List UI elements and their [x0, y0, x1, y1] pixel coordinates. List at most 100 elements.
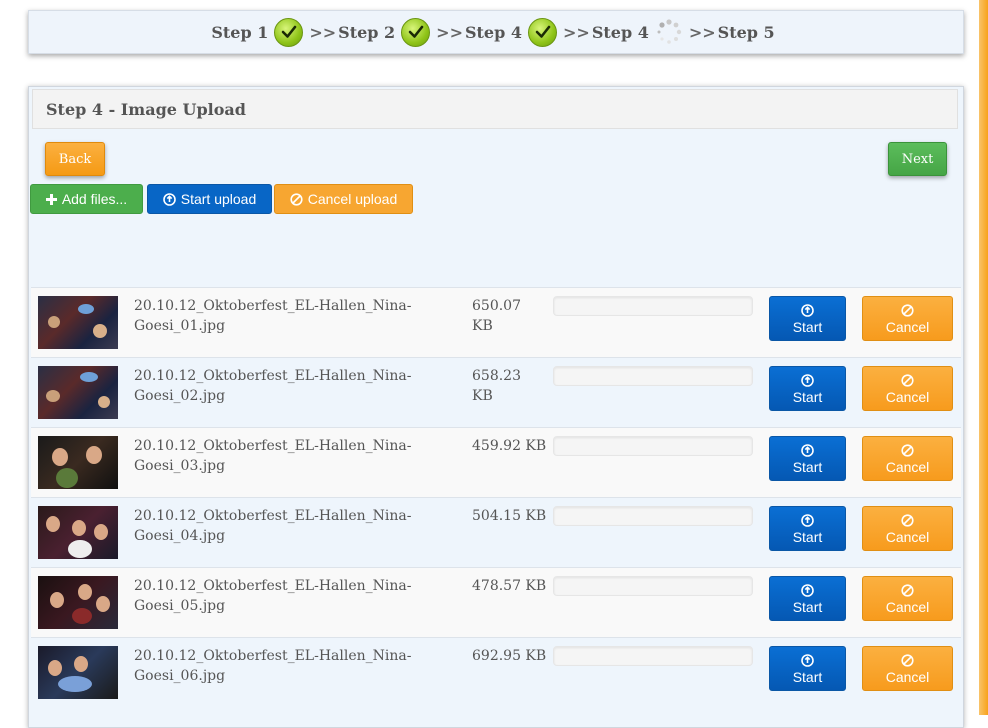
cancel-upload-label: Cancel upload — [307, 191, 398, 207]
ban-icon — [901, 653, 914, 669]
file-row: 20.10.12_Oktoberfest_EL-Hallen_Nina- Goes… — [31, 567, 961, 637]
upload-circle-icon — [801, 443, 814, 459]
ban-icon — [901, 303, 914, 319]
add-files-label: Add files... — [61, 191, 128, 207]
start-label: Start — [792, 598, 823, 615]
file-name: 20.10.12_Oktoberfest_EL-Hallen_Nina- Goes… — [134, 298, 412, 334]
cancel-button[interactable]: Cancel — [862, 436, 953, 481]
cancel-label: Cancel — [885, 598, 930, 615]
start-label: Start — [792, 458, 823, 475]
file-size: 459.92 KB — [472, 438, 547, 454]
upload-progress-bar — [553, 506, 753, 526]
upload-progress-bar — [553, 576, 753, 596]
start-button[interactable]: Start — [769, 576, 846, 621]
step-3: Step 4 — [464, 17, 557, 47]
image-thumbnail — [38, 506, 118, 559]
step-progress-bar: Step 1 >> Step 2 >> Step 4 >> Step 4 >> … — [28, 10, 964, 54]
start-label: Start — [792, 388, 823, 405]
step-4: Step 4 — [592, 18, 683, 46]
cancel-label: Cancel — [885, 528, 930, 545]
next-button[interactable]: Next — [888, 142, 947, 176]
cancel-button[interactable]: Cancel — [862, 366, 953, 411]
file-size: 504.15 KB — [472, 508, 547, 524]
step-label: Step 4 — [464, 22, 522, 42]
right-edge-accent — [979, 0, 988, 715]
step-separator: >> — [688, 22, 716, 42]
upload-circle-icon — [801, 513, 814, 529]
upload-progress-bar — [553, 296, 753, 316]
start-upload-label: Start upload — [180, 191, 257, 207]
file-name: 20.10.12_Oktoberfest_EL-Hallen_Nina- Goes… — [134, 648, 412, 684]
start-button[interactable]: Start — [769, 366, 846, 411]
file-list: 20.10.12_Oktoberfest_EL-Hallen_Nina- Goes… — [31, 287, 961, 707]
start-label: Start — [792, 528, 823, 545]
upload-progress-bar — [553, 366, 753, 386]
upload-circle-icon — [801, 303, 814, 319]
file-name: 20.10.12_Oktoberfest_EL-Hallen_Nina- Goes… — [134, 508, 412, 544]
file-size: 650.07 KB — [472, 298, 521, 334]
step-label: Step 2 — [338, 22, 396, 42]
back-button[interactable]: Back — [45, 142, 105, 176]
step-label: Step 4 — [591, 22, 649, 42]
file-row: 20.10.12_Oktoberfest_EL-Hallen_Nina- Goes… — [31, 637, 961, 707]
step-label: Step 1 — [211, 22, 269, 42]
cancel-upload-button[interactable]: Cancel upload — [274, 184, 413, 214]
file-name: 20.10.12_Oktoberfest_EL-Hallen_Nina- Goes… — [134, 438, 412, 474]
image-thumbnail — [38, 436, 118, 489]
checkmark-icon — [528, 17, 557, 47]
cancel-label: Cancel — [885, 668, 930, 685]
file-name: 20.10.12_Oktoberfest_EL-Hallen_Nina- Goes… — [134, 368, 412, 404]
file-row: 20.10.12_Oktoberfest_EL-Hallen_Nina- Goes… — [31, 287, 961, 357]
upload-progress-bar — [553, 646, 753, 666]
step-separator: >> — [563, 22, 590, 42]
cancel-button[interactable]: Cancel — [862, 646, 953, 691]
plus-icon — [45, 193, 57, 205]
cancel-button[interactable]: Cancel — [862, 576, 953, 621]
upload-circle-icon — [162, 192, 176, 206]
step-2: Step 2 — [338, 17, 431, 47]
image-thumbnail — [38, 646, 118, 699]
start-label: Start — [792, 668, 823, 685]
start-button[interactable]: Start — [769, 436, 846, 481]
step-label: Step 5 — [717, 22, 775, 42]
file-row: 20.10.12_Oktoberfest_EL-Hallen_Nina- Goes… — [31, 357, 961, 427]
ban-icon — [901, 373, 914, 389]
start-upload-button[interactable]: Start upload — [147, 184, 272, 214]
step-separator: >> — [436, 22, 463, 42]
file-row: 20.10.12_Oktoberfest_EL-Hallen_Nina- Goes… — [31, 497, 961, 567]
start-label: Start — [792, 318, 823, 335]
ban-icon — [901, 583, 914, 599]
upload-circle-icon — [801, 653, 814, 669]
file-size: 478.57 KB — [472, 578, 547, 594]
add-files-button[interactable]: Add files... — [30, 184, 143, 214]
start-button[interactable]: Start — [769, 506, 846, 551]
upload-circle-icon — [801, 373, 814, 389]
step-5: Step 5 — [718, 23, 781, 42]
ban-icon — [901, 513, 914, 529]
upload-progress-bar — [553, 436, 753, 456]
file-size: 692.95 KB — [472, 648, 547, 664]
loading-spinner-icon — [655, 18, 683, 46]
checkmark-icon — [401, 17, 431, 47]
cancel-label: Cancel — [885, 458, 930, 475]
step-separator: >> — [309, 22, 337, 42]
file-size: 658.23 KB — [472, 368, 521, 404]
step-1: Step 1 — [211, 17, 304, 47]
panel-title: Step 4 - Image Upload — [32, 89, 958, 129]
start-button[interactable]: Start — [769, 296, 846, 341]
cancel-label: Cancel — [885, 388, 930, 405]
image-upload-panel: Step 4 - Image Upload Back Next Add file… — [28, 86, 964, 728]
image-thumbnail — [38, 576, 118, 629]
ban-icon — [901, 443, 914, 459]
cancel-button[interactable]: Cancel — [862, 506, 953, 551]
upload-circle-icon — [801, 583, 814, 599]
file-row: 20.10.12_Oktoberfest_EL-Hallen_Nina- Goes… — [31, 427, 961, 497]
image-thumbnail — [38, 296, 118, 349]
ban-icon — [290, 192, 303, 206]
file-name: 20.10.12_Oktoberfest_EL-Hallen_Nina- Goes… — [134, 578, 412, 614]
image-thumbnail — [38, 366, 118, 419]
start-button[interactable]: Start — [769, 646, 846, 691]
checkmark-icon — [274, 17, 304, 47]
cancel-label: Cancel — [885, 318, 930, 335]
cancel-button[interactable]: Cancel — [862, 296, 953, 341]
